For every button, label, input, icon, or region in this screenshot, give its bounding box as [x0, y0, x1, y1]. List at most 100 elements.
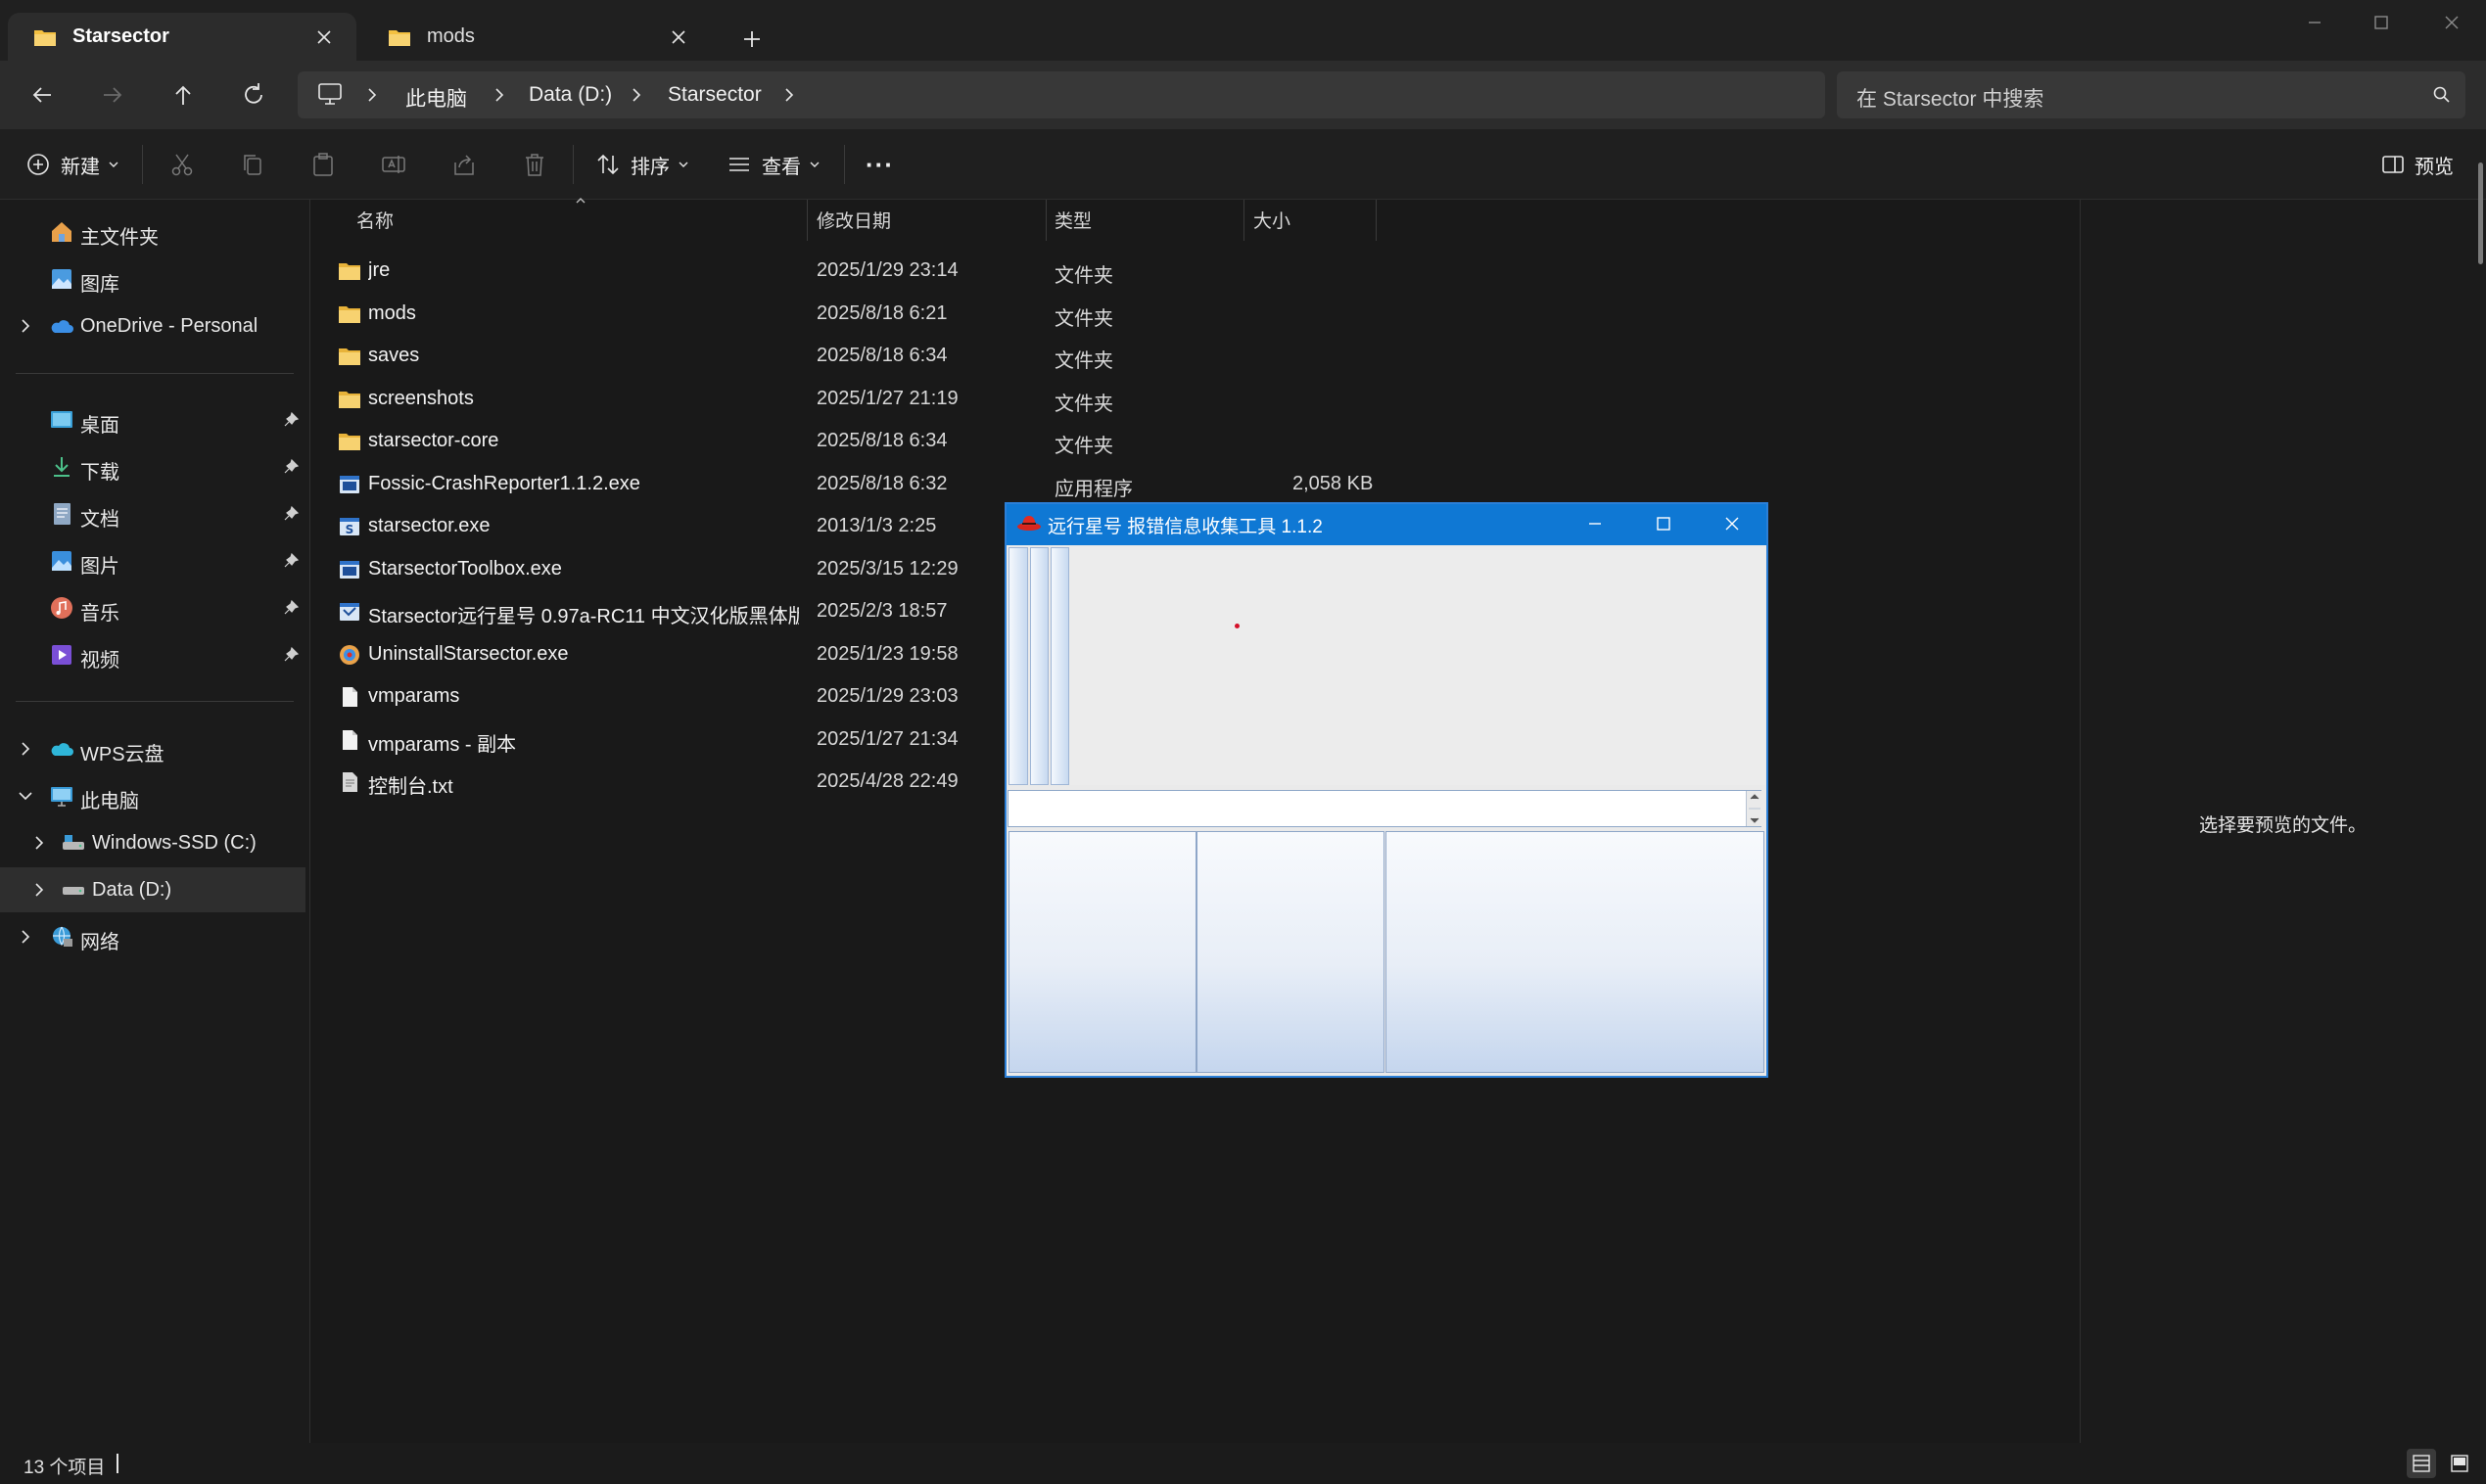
tab-mods[interactable]: mods: [362, 13, 711, 61]
column-divider[interactable]: [807, 200, 808, 241]
close-tab-icon[interactable]: [668, 26, 689, 48]
chevron-right-icon: [366, 86, 378, 104]
column-header-type[interactable]: 类型: [1055, 207, 1092, 233]
sidebar-item-label: Data (D:): [92, 879, 172, 901]
dialog-title: 远行星号 报错信息收集工具 1.1.2: [1048, 517, 1323, 537]
tiles-view-icon: [2451, 1455, 2468, 1472]
pin-icon[interactable]: [282, 505, 300, 523]
pin-icon[interactable]: [282, 646, 300, 664]
minimize-button[interactable]: [2295, 8, 2334, 37]
sidebar-item-videos[interactable]: 视频: [0, 632, 305, 677]
column-divider[interactable]: [1243, 200, 1244, 241]
share-icon[interactable]: [450, 151, 478, 178]
more-options-button[interactable]: ···: [866, 147, 894, 182]
pin-icon[interactable]: [282, 599, 300, 617]
details-view-button[interactable]: [2407, 1449, 2436, 1478]
pin-icon[interactable]: [282, 552, 300, 570]
splitter-strip[interactable]: [1051, 547, 1069, 785]
sidebar-item-wps-cloud[interactable]: WPS云盘: [0, 726, 305, 771]
dialog-close-button[interactable]: [1715, 509, 1749, 538]
dialog-text-field[interactable]: [1008, 790, 1761, 827]
file-row[interactable]: saves 2025/8/18 6:34 文件夹: [323, 335, 1400, 377]
column-header-name[interactable]: 名称: [356, 207, 394, 233]
chevron-right-icon[interactable]: [783, 86, 795, 104]
tab-starsector[interactable]: Starsector: [8, 13, 356, 61]
dialog-spin-scroll[interactable]: [1746, 791, 1762, 826]
sidebar-item-network[interactable]: 网络: [0, 914, 305, 959]
column-divider[interactable]: [1046, 200, 1047, 241]
dialog-minimize-button[interactable]: [1578, 509, 1612, 538]
sidebar-item-onedrive[interactable]: OneDrive - Personal: [0, 303, 305, 348]
sidebar-item-label: 此电脑: [80, 791, 139, 812]
status-divider: [117, 1454, 118, 1473]
dialog-panel-middle[interactable]: [1196, 831, 1384, 1073]
sidebar-item-gallery[interactable]: 图库: [0, 256, 305, 301]
column-header-size[interactable]: 大小: [1253, 207, 1290, 233]
sidebar-item-this-pc[interactable]: 此电脑: [0, 773, 305, 818]
view-button[interactable]: 查看: [727, 147, 821, 182]
toolbar-divider: [573, 145, 574, 184]
column-divider[interactable]: [1376, 200, 1377, 241]
status-bar: [0, 1443, 2486, 1484]
chevron-right-icon[interactable]: [16, 739, 35, 759]
breadcrumb-data-drive[interactable]: Data (D:): [529, 83, 612, 107]
scrollbar-thumb[interactable]: [2478, 162, 2483, 264]
command-bar: [0, 129, 2486, 200]
file-row[interactable]: starsector-core 2025/8/18 6:34 文件夹: [323, 420, 1400, 462]
address-bar[interactable]: 此电脑 Data (D:) Starsector: [298, 71, 1825, 118]
breadcrumb-this-pc[interactable]: 此电脑: [405, 83, 467, 113]
sidebar-item-desktop[interactable]: 桌面: [0, 397, 305, 442]
back-button[interactable]: [25, 78, 59, 112]
file-row[interactable]: mods 2025/8/18 6:21 文件夹: [323, 293, 1400, 335]
dialog-panel-left[interactable]: [1008, 831, 1196, 1073]
indicator-dot: [1235, 624, 1240, 628]
up-button[interactable]: [166, 78, 200, 112]
column-header-date[interactable]: 修改日期: [817, 207, 891, 233]
sidebar-item-documents[interactable]: 文档: [0, 491, 305, 536]
dialog-maximize-button[interactable]: [1647, 509, 1680, 538]
new-tab-button[interactable]: [734, 22, 770, 57]
dialog-panel-right[interactable]: [1385, 831, 1764, 1073]
sort-button[interactable]: 排序: [595, 147, 689, 182]
close-window-button[interactable]: [2432, 8, 2471, 37]
forward-button[interactable]: [96, 78, 129, 112]
file-row[interactable]: Fossic-CrashReporter1.1.2.exe 2025/8/18 6…: [323, 463, 1400, 505]
splitter-strip[interactable]: [1030, 547, 1049, 785]
paste-icon[interactable]: [309, 151, 337, 178]
chevron-down-icon[interactable]: [16, 786, 35, 806]
maximize-button[interactable]: [2362, 8, 2401, 37]
file-row[interactable]: jre 2025/1/29 23:14 文件夹: [323, 250, 1400, 292]
chevron-right-icon[interactable]: [29, 880, 49, 900]
sidebar-item-music[interactable]: 音乐: [0, 585, 305, 630]
new-button[interactable]: 新建: [25, 147, 119, 182]
cut-icon[interactable]: [168, 151, 196, 178]
preview-pane-button[interactable]: 预览: [2381, 147, 2454, 182]
sidebar-item-drive-d[interactable]: Data (D:): [0, 867, 305, 912]
delete-icon[interactable]: [521, 151, 548, 178]
tiles-view-button[interactable]: [2445, 1449, 2474, 1478]
search-input[interactable]: 在 Starsector 中搜索: [1837, 71, 2465, 118]
file-icon: [338, 728, 361, 752]
file-row[interactable]: screenshots 2025/1/27 21:19 文件夹: [323, 378, 1400, 420]
copy-icon[interactable]: [239, 151, 266, 178]
view-label: 查看: [762, 156, 801, 178]
pin-icon[interactable]: [282, 411, 300, 429]
chevron-right-icon[interactable]: [16, 927, 35, 947]
sidebar-item-drive-c[interactable]: Windows-SSD (C:): [0, 820, 305, 865]
file-type: 文件夹: [1055, 307, 1113, 330]
video-icon: [49, 642, 74, 668]
splitter-strip[interactable]: [1008, 547, 1028, 785]
exe-icon: [338, 558, 361, 581]
sidebar-item-home[interactable]: 主文件夹: [0, 209, 305, 255]
breadcrumb-starsector[interactable]: Starsector: [668, 83, 762, 107]
refresh-button[interactable]: [237, 78, 270, 112]
rename-icon[interactable]: [380, 151, 407, 178]
sidebar-item-pictures[interactable]: 图片: [0, 538, 305, 583]
pin-icon[interactable]: [282, 458, 300, 476]
chevron-right-icon[interactable]: [16, 316, 35, 336]
sidebar-item-label: 主文件夹: [80, 227, 159, 249]
chevron-right-icon[interactable]: [29, 833, 49, 853]
sidebar-item-downloads[interactable]: 下载: [0, 444, 305, 489]
close-tab-icon[interactable]: [313, 26, 335, 48]
file-date: 2025/4/28 22:49: [817, 770, 959, 792]
